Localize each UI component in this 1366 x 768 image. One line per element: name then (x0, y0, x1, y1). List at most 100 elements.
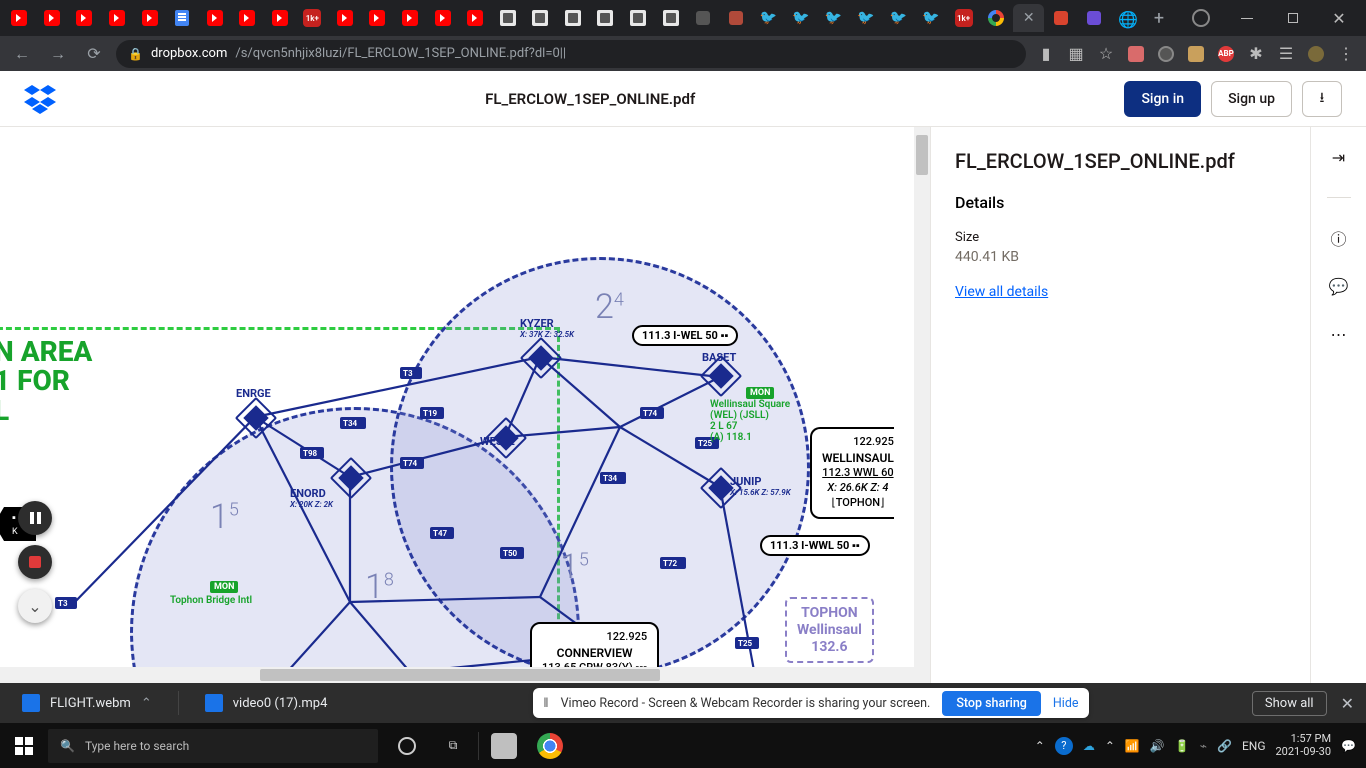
tab-youtube[interactable] (199, 4, 230, 32)
ext-camera[interactable]: ▮ (1034, 42, 1058, 66)
download-item[interactable]: FLIGHT.webm ⌃ (12, 690, 162, 716)
tray-chevron-up-icon[interactable]: ⌃ (1035, 739, 1045, 753)
extensions-menu[interactable]: ✱ (1244, 42, 1268, 66)
tab-badge[interactable]: 1k+ (948, 4, 979, 32)
ext-grid[interactable]: ▦ (1064, 42, 1088, 66)
taskbar-app-chrome[interactable] (527, 723, 573, 768)
ext-3[interactable] (1184, 42, 1208, 66)
record-expand-button[interactable]: ⌄ (18, 589, 52, 623)
tab-twitter[interactable]: 🐦 (818, 4, 849, 32)
tab-youtube[interactable] (69, 4, 100, 32)
show-all-downloads-button[interactable]: Show all (1252, 691, 1327, 716)
stop-sharing-button[interactable]: Stop sharing (942, 691, 1041, 716)
notifications-icon[interactable]: 💬 (1341, 739, 1356, 753)
bookmark-button[interactable]: ☆ (1094, 42, 1118, 66)
onedrive-icon[interactable]: ☁ (1083, 739, 1095, 753)
tab-twitter[interactable]: 🐦 (753, 4, 784, 32)
chrome-menu[interactable]: ⋮ (1334, 42, 1358, 66)
close-shelf-button[interactable]: ✕ (1341, 694, 1354, 713)
more-button[interactable]: ⋯ (1327, 322, 1351, 346)
expand-panel-button[interactable]: ⇥ (1327, 145, 1351, 169)
waypoint-baset (708, 363, 733, 388)
hide-share-bar-button[interactable]: Hide (1053, 696, 1079, 711)
tab-youtube[interactable] (460, 4, 491, 32)
tab-youtube[interactable] (395, 4, 426, 32)
tray-help-icon[interactable]: ? (1055, 737, 1073, 755)
tab-youtube[interactable] (4, 4, 35, 32)
tab-badge[interactable]: 1k+ (297, 4, 328, 32)
volume-icon[interactable]: 🔊 (1150, 739, 1165, 753)
tab-twitter[interactable]: 🐦 (851, 4, 882, 32)
ext-2[interactable] (1154, 42, 1178, 66)
reload-button[interactable]: ⟳ (80, 40, 108, 68)
tab-youtube[interactable] (265, 4, 296, 32)
tab-youtube[interactable] (427, 4, 458, 32)
tab-youtube[interactable] (362, 4, 393, 32)
new-tab-button[interactable]: + (1144, 4, 1174, 32)
battery-icon[interactable]: 🔋 (1175, 739, 1190, 753)
tab-youtube[interactable] (330, 4, 361, 32)
tab-youtube[interactable] (134, 4, 165, 32)
minimize-button[interactable] (1224, 0, 1270, 36)
forward-button[interactable]: → (44, 40, 72, 68)
clock[interactable]: 1:57 PM 2021-09-30 (1276, 733, 1332, 758)
google-doc-icon (175, 10, 189, 26)
tab-google[interactable] (981, 4, 1012, 32)
tab-roblox[interactable] (525, 4, 556, 32)
vertical-scrollbar[interactable] (914, 127, 930, 683)
maximize-button[interactable] (1270, 0, 1316, 36)
tray-chevron-up-icon[interactable]: ⌃ (1105, 739, 1115, 753)
tab-gdoc[interactable] (167, 4, 198, 32)
ext-adblock[interactable]: ABP (1214, 42, 1238, 66)
download-button[interactable]: ⭳ (1302, 81, 1342, 117)
link-icon[interactable]: 🔗 (1217, 739, 1232, 753)
record-pause-button[interactable] (18, 501, 52, 535)
tab-twitter[interactable]: 🐦 (883, 4, 914, 32)
chevron-up-icon[interactable]: ⌃ (141, 696, 152, 711)
tab-generic[interactable] (688, 4, 719, 32)
download-item[interactable]: video0 (17).mp4 (195, 690, 338, 716)
scroll-thumb[interactable] (260, 669, 660, 681)
cortana-button[interactable] (384, 723, 430, 768)
sign-in-button[interactable]: Sign in (1124, 81, 1201, 117)
tab-roblox[interactable] (590, 4, 621, 32)
tab-generic[interactable] (1046, 4, 1077, 32)
taskbar-app-roblox[interactable] (481, 723, 527, 768)
close-window-button[interactable]: ✕ (1316, 0, 1362, 36)
reading-list[interactable]: ☰ (1274, 42, 1298, 66)
comments-button[interactable]: 💬 (1327, 274, 1351, 298)
tab-youtube[interactable] (37, 4, 68, 32)
task-view-button[interactable]: ⧉ (430, 723, 476, 768)
taskbar-search[interactable]: 🔍 Type here to search (48, 729, 378, 763)
tab-roblox[interactable] (492, 4, 523, 32)
horizontal-scrollbar[interactable] (0, 667, 914, 683)
record-stop-button[interactable] (18, 545, 52, 579)
back-button[interactable]: ← (8, 40, 36, 68)
language-indicator[interactable]: ENG (1242, 739, 1266, 753)
tab-twitter[interactable]: 🐦 (916, 4, 947, 32)
tab-roblox[interactable] (623, 4, 654, 32)
tab-youtube[interactable] (102, 4, 133, 32)
arrow-right-icon: → (50, 44, 66, 64)
tab-generic[interactable] (1079, 4, 1110, 32)
tab-youtube[interactable] (232, 4, 263, 32)
info-button[interactable]: ⓘ (1327, 226, 1351, 250)
tab-dropbox-active[interactable]: ✕ (1013, 4, 1044, 32)
tab-generic[interactable] (720, 4, 751, 32)
close-icon[interactable]: ✕ (1023, 10, 1035, 26)
ext-1[interactable] (1124, 42, 1148, 66)
ext-4[interactable] (1304, 42, 1328, 66)
tab-generic[interactable]: 🌐 (1111, 4, 1142, 32)
view-all-details-link[interactable]: View all details (955, 284, 1048, 300)
start-button[interactable] (0, 723, 48, 768)
tab-twitter[interactable]: 🐦 (786, 4, 817, 32)
tab-roblox[interactable] (655, 4, 686, 32)
tab-roblox[interactable] (558, 4, 589, 32)
pdf-viewer[interactable]: N AREA 1 FOR L 24 15 15 18 20 17 (0, 127, 930, 683)
account-button[interactable] (1178, 0, 1224, 36)
omnibox[interactable]: 🔒 dropbox.com/s/qvcn5nhjix8luzi/FL_ERCLO… (116, 40, 1026, 68)
scroll-thumb[interactable] (916, 135, 928, 175)
sign-up-button[interactable]: Sign up (1211, 81, 1292, 117)
bluetooth-icon[interactable]: ⌁ (1200, 739, 1207, 753)
wifi-icon[interactable]: 📶 (1125, 739, 1140, 753)
